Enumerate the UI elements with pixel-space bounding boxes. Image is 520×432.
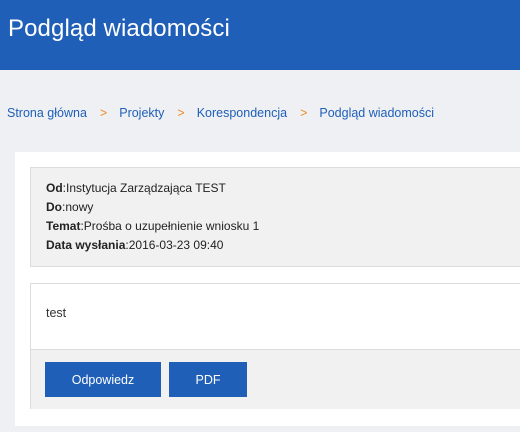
to-label: Do [46,200,62,214]
breadcrumb-correspondence-link[interactable]: Korespondencja [197,106,287,120]
breadcrumb-separator: > [300,106,308,120]
breadcrumb-projects-link[interactable]: Projekty [119,106,164,120]
breadcrumb-separator: > [99,106,108,120]
to-line: Do:nowy [46,200,94,214]
from-label: Od [46,181,63,195]
message-content-box: test Odpowiedz PDF [30,283,520,409]
message-card: Od:Instytucja Zarządzająca TEST Do:nowy … [15,152,520,426]
subject-line: Temat:Prośba o uzupełnienie wniosku 1 [46,219,260,233]
sent-date-value: 2016-03-23 09:40 [128,238,224,252]
page-title: Podgląd wiadomości [8,15,230,42]
breadcrumb-separator: > [177,106,185,120]
message-body: test [46,306,67,320]
breadcrumb-current-page[interactable]: Podgląd wiadomości [319,106,434,120]
breadcrumb: Strona główna > Projekty > Korespondencja > Po… [7,106,434,120]
page-header: Podgląd wiadomości [0,0,520,70]
to-value: nowy [65,200,94,214]
sent-date-line: Data wysłania:2016-03-23 09:40 [46,238,224,252]
message-metadata: Od:Instytucja Zarządzająca TEST Do:nowy … [30,167,520,267]
subject-value: Prośba o uzupełnienie wniosku 1 [83,219,260,233]
breadcrumb-home-link[interactable]: Strona główna [7,106,87,120]
from-value: Instytucja Zarządzająca TEST [66,181,226,195]
from-line: Od:Instytucja Zarządzająca TEST [46,181,226,195]
reply-button[interactable]: Odpowiedz [45,362,161,397]
pdf-button[interactable]: PDF [169,362,247,397]
action-bar: Odpowiedz PDF [31,349,520,409]
sent-date-label: Data wysłania [46,238,126,252]
subject-label: Temat [46,219,81,233]
